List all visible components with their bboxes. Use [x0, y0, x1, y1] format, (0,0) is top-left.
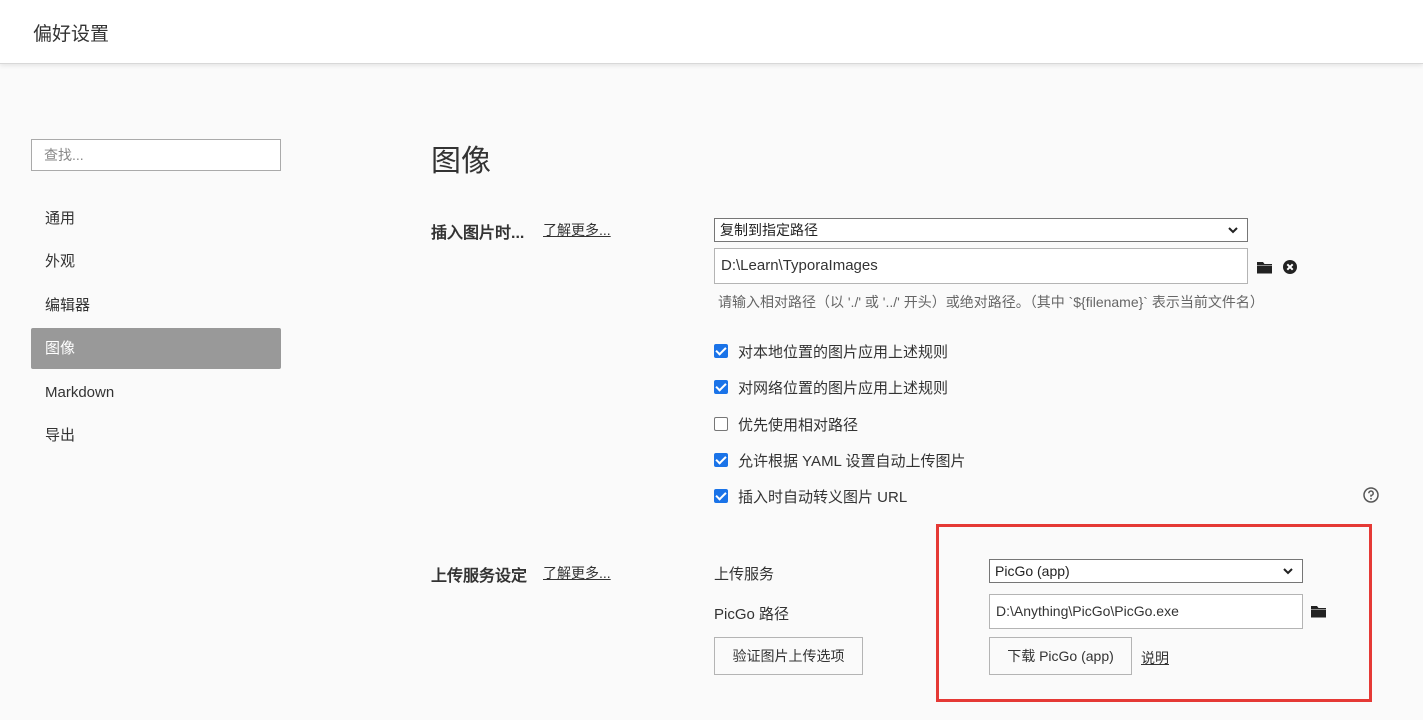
- sidebar-item-export[interactable]: 导出: [31, 415, 281, 456]
- page-title: 图像: [431, 145, 491, 178]
- search-input[interactable]: [31, 139, 281, 171]
- upload-service-label: 上传服务设定: [431, 568, 528, 585]
- help-icon[interactable]: [1363, 487, 1379, 503]
- option-label: 对网络位置的图片应用上述规则: [738, 379, 949, 397]
- insert-action-select[interactable]: 复制到指定路径: [714, 218, 1248, 242]
- option-apply-network[interactable]: 对网络位置的图片应用上述规则: [714, 377, 948, 397]
- sidebar-item-editor[interactable]: 编辑器: [31, 285, 281, 326]
- option-label: 对本地位置的图片应用上述规则: [738, 343, 949, 361]
- chevron-down-icon: [1228, 227, 1238, 234]
- path-hint: 请输入相对路径（以 './' 或 '../' 开头）或绝对路径。（其中 `${f…: [718, 294, 1264, 310]
- sidebar-nav: 通用 外观 编辑器 图像 Markdown 导出: [31, 198, 281, 458]
- folder-icon[interactable]: [1257, 261, 1273, 274]
- window-title: 偏好设置: [33, 24, 110, 45]
- upload-service-field-label: 上传服务: [714, 566, 775, 583]
- option-yaml-upload[interactable]: 允许根据 YAML 设置自动上传图片: [714, 450, 966, 470]
- clear-icon[interactable]: [1283, 260, 1297, 274]
- highlight-annotation-box: [936, 524, 1372, 702]
- option-label: 优先使用相对路径: [738, 416, 859, 434]
- option-label: 允许根据 YAML 设置自动上传图片: [738, 452, 966, 470]
- upload-learn-more-link[interactable]: 了解更多...: [543, 563, 611, 583]
- checkbox-checked[interactable]: [714, 344, 728, 358]
- header: 偏好设置: [0, 0, 1423, 64]
- sidebar-item-appearance[interactable]: 外观: [31, 241, 281, 282]
- checkbox-checked[interactable]: [714, 453, 728, 467]
- sidebar-item-general[interactable]: 通用: [31, 198, 281, 239]
- checkbox-checked[interactable]: [714, 380, 728, 394]
- option-prefer-relative[interactable]: 优先使用相对路径: [714, 414, 858, 434]
- option-label: 插入时自动转义图片 URL: [738, 488, 908, 506]
- picgo-path-field-label: PicGo 路径: [714, 606, 790, 623]
- insert-learn-more-link[interactable]: 了解更多...: [543, 220, 611, 240]
- sidebar-item-markdown[interactable]: Markdown: [31, 372, 281, 413]
- checkbox-unchecked[interactable]: [714, 417, 728, 431]
- sidebar-item-image[interactable]: 图像: [31, 328, 281, 370]
- insert-action-value: 复制到指定路径: [720, 222, 818, 238]
- insert-image-label: 插入图片时...: [431, 225, 525, 242]
- checkbox-checked[interactable]: [714, 489, 728, 503]
- image-path-input[interactable]: D:\Learn\TyporaImages: [714, 248, 1248, 284]
- option-apply-local[interactable]: 对本地位置的图片应用上述规则: [714, 341, 948, 361]
- verify-upload-button[interactable]: 验证图片上传选项: [714, 637, 863, 675]
- option-escape-url[interactable]: 插入时自动转义图片 URL: [714, 486, 907, 506]
